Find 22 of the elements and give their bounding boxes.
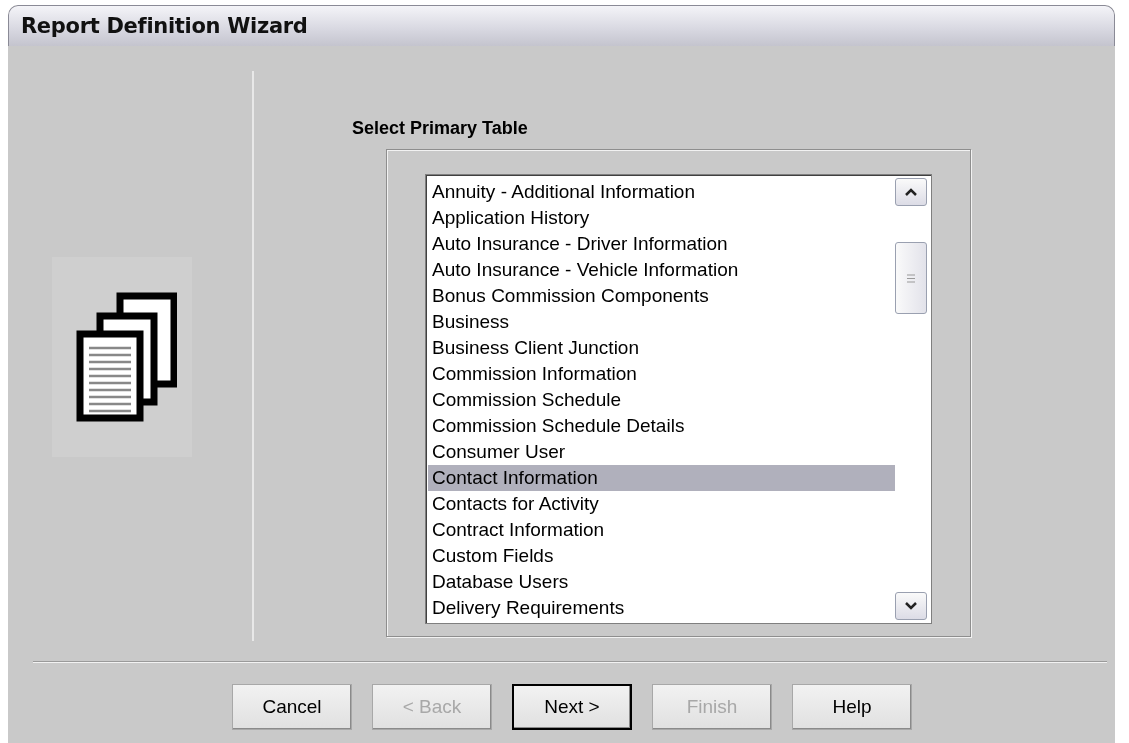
list-item[interactable]: Consumer User [428,439,895,465]
list-item[interactable]: Commission Schedule Details [428,413,895,439]
list-item[interactable]: Contract Information [428,517,895,543]
list-item[interactable]: Database Users [428,569,895,595]
list-item[interactable]: Business [428,309,895,335]
list-item[interactable]: Bonus Commission Components [428,283,895,309]
list-item[interactable]: Contacts for Activity [428,491,895,517]
wizard-button[interactable]: Help [792,684,912,730]
list-item[interactable]: Delivery Requirements [428,595,895,621]
wizard-button[interactable]: Next > [512,684,632,730]
list-item[interactable]: Contact Information [428,465,895,491]
list-item[interactable]: Commission Schedule [428,387,895,413]
list-item[interactable]: Auto Insurance - Vehicle Information [428,257,895,283]
list-item[interactable]: Business Client Junction [428,335,895,361]
window-title: Report Definition Wizard [21,14,308,38]
list-item[interactable]: Commission Information [428,361,895,387]
list-item[interactable]: Application History [428,205,895,231]
list-item[interactable]: Custom Fields [428,543,895,569]
list-item[interactable]: Auto Insurance - Driver Information [428,231,895,257]
section-heading: Select Primary Table [352,118,529,139]
list-item[interactable]: Annuity - Additional Information [428,179,895,205]
wizard-button[interactable]: Cancel [232,684,352,730]
